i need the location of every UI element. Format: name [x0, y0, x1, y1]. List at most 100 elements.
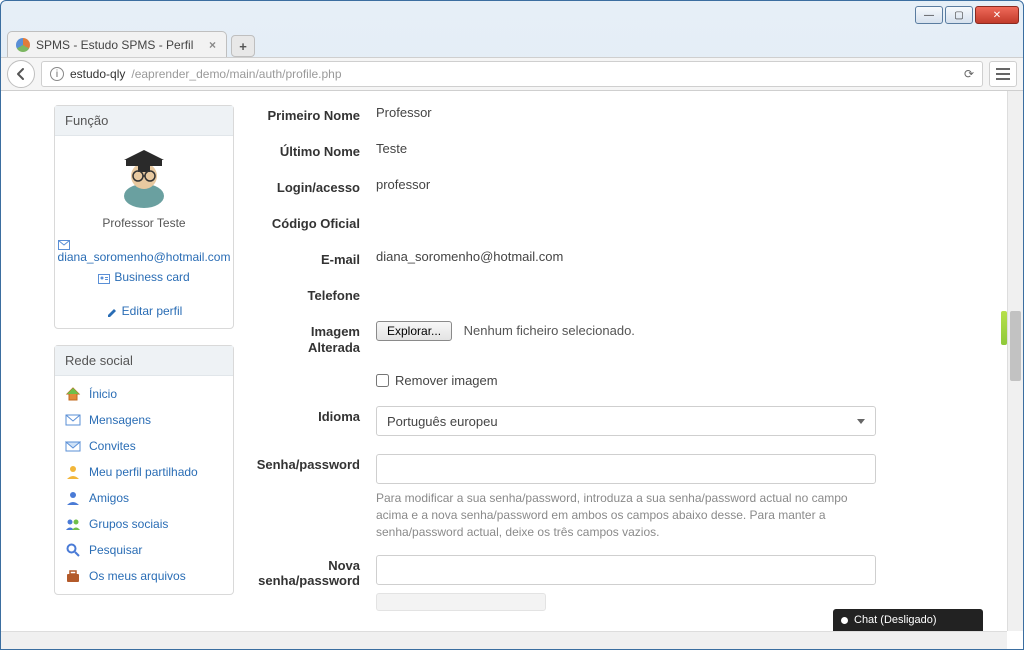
sidebar-label: Ínicio [89, 387, 117, 401]
senha-input[interactable] [376, 454, 876, 484]
value-email: diana_soromenho@hotmail.com [376, 249, 954, 264]
maximize-button[interactable]: ▢ [945, 6, 973, 24]
chat-toggle[interactable]: Chat (Desligado) [833, 609, 983, 631]
row-codigo-oficial: Código Oficial [256, 213, 954, 231]
scrollbar-thumb[interactable] [1010, 311, 1021, 381]
address-bar[interactable]: i estudo-qly/eaprender_demo/main/auth/pr… [41, 61, 983, 87]
window-titlebar: — ▢ ✕ [1, 1, 1023, 29]
arrow-left-icon [14, 67, 28, 81]
mail-icon [65, 412, 81, 428]
card-body-funcao: Professor Teste diana_soromenho@hotmail.… [55, 136, 233, 328]
row-nova-senha: Nova senha/password [256, 555, 954, 611]
sidebar: Função [54, 105, 234, 631]
label-login: Login/acesso [256, 177, 376, 195]
minimize-button[interactable]: — [915, 6, 943, 24]
social-nav: Ínicio Mensagens Convites [65, 386, 223, 584]
sidebar-item-pesquisar[interactable]: Pesquisar [65, 542, 223, 558]
sidebar-label: Pesquisar [89, 543, 142, 557]
sidebar-label: Grupos sociais [89, 517, 168, 531]
site-info-icon[interactable]: i [50, 67, 64, 81]
value-ultimo-nome: Teste [376, 141, 954, 156]
label-codigo-oficial: Código Oficial [256, 213, 376, 231]
label-email: E-mail [256, 249, 376, 267]
file-browse-button[interactable]: Explorar... [376, 321, 452, 341]
label-idioma: Idioma [256, 406, 376, 424]
senha-hint: Para modificar a sua senha/password, int… [376, 490, 876, 540]
horizontal-scrollbar[interactable] [1, 631, 1007, 649]
idioma-selected-value: Português europeu [387, 414, 498, 429]
value-login: professor [376, 177, 954, 192]
card-header-funcao: Função [55, 106, 233, 136]
row-telefone: Telefone [256, 285, 954, 303]
profile-email-link[interactable]: diana_soromenho@hotmail.com [58, 236, 231, 264]
file-status: Nenhum ficheiro selecionado. [464, 323, 635, 338]
business-card-text: Business card [114, 270, 189, 284]
briefcase-icon [65, 568, 81, 584]
reload-icon[interactable]: ⟳ [964, 67, 974, 81]
row-primeiro-nome: Primeiro Nome Professor [256, 105, 954, 123]
groups-icon [65, 516, 81, 532]
profile-email-text: diana_soromenho@hotmail.com [58, 250, 231, 264]
scroll-marker-icon [1001, 311, 1007, 345]
card-rede-social: Rede social Ínicio Mensagens [54, 345, 234, 595]
idioma-select[interactable]: Português europeu [376, 406, 876, 436]
label-ultimo-nome: Último Nome [256, 141, 376, 159]
sidebar-item-perfil-partilhado[interactable]: Meu perfil partilhado [65, 464, 223, 480]
checkbox-row-remover: Remover imagem [376, 373, 954, 388]
toolbar: i estudo-qly/eaprender_demo/main/auth/pr… [1, 57, 1023, 91]
invite-icon [65, 438, 81, 454]
mail-icon [58, 239, 70, 249]
new-tab-button[interactable]: + [231, 35, 255, 57]
sidebar-label: Convites [89, 439, 136, 453]
shared-profile-icon [65, 464, 81, 480]
edit-profile-link[interactable]: Editar perfil [106, 304, 183, 318]
sidebar-item-inicio[interactable]: Ínicio [65, 386, 223, 402]
remover-imagem-checkbox[interactable] [376, 374, 389, 387]
row-idioma: Idioma Português europeu [256, 406, 954, 436]
nova-senha-input[interactable] [376, 555, 876, 585]
tab-title: SPMS - Estudo SPMS - Perfil [36, 38, 193, 52]
row-ultimo-nome: Último Nome Teste [256, 141, 954, 159]
label-remover-imagem: Remover imagem [395, 373, 498, 388]
label-senha: Senha/password [256, 454, 376, 472]
chat-label: Chat (Desligado) [854, 614, 937, 626]
row-login: Login/acesso professor [256, 177, 954, 195]
profile-user-name: Professor Teste [102, 216, 185, 230]
tab-close-icon[interactable]: × [209, 38, 216, 52]
window-controls: — ▢ ✕ [915, 6, 1019, 24]
browser-tab[interactable]: SPMS - Estudo SPMS - Perfil × [7, 31, 227, 57]
sidebar-label: Meu perfil partilhado [89, 465, 198, 479]
card-header-rede: Rede social [55, 346, 233, 376]
business-card-link[interactable]: Business card [98, 270, 189, 284]
vcard-icon [98, 273, 110, 283]
tab-strip: SPMS - Estudo SPMS - Perfil × + [1, 29, 1023, 57]
page: Função [1, 91, 1007, 631]
sidebar-label: Amigos [89, 491, 129, 505]
edit-icon [106, 307, 118, 317]
row-imagem: Imagem Alterada Explorar... Nenhum fiche… [256, 321, 954, 355]
row-email: E-mail diana_soromenho@hotmail.com [256, 249, 954, 267]
label-primeiro-nome: Primeiro Nome [256, 105, 376, 123]
sidebar-item-arquivos[interactable]: Os meus arquivos [65, 568, 223, 584]
back-button[interactable] [7, 60, 35, 88]
avatar [112, 146, 176, 210]
sidebar-item-amigos[interactable]: Amigos [65, 490, 223, 506]
sidebar-item-grupos[interactable]: Grupos sociais [65, 516, 223, 532]
label-nova-senha: Nova senha/password [256, 555, 376, 589]
sidebar-item-mensagens[interactable]: Mensagens [65, 412, 223, 428]
favicon-icon [16, 38, 30, 52]
home-icon [65, 386, 81, 402]
avatar-icon [112, 146, 176, 210]
close-button[interactable]: ✕ [975, 6, 1019, 24]
menu-button[interactable] [989, 61, 1017, 87]
status-dot-icon [841, 617, 848, 624]
browser-window: — ▢ ✕ SPMS - Estudo SPMS - Perfil × + i … [0, 0, 1024, 650]
viewport: Função [1, 91, 1023, 649]
sidebar-label: Os meus arquivos [89, 569, 186, 583]
sidebar-label: Mensagens [89, 413, 151, 427]
vertical-scrollbar[interactable] [1007, 91, 1023, 631]
sidebar-item-convites[interactable]: Convites [65, 438, 223, 454]
search-icon [65, 542, 81, 558]
label-telefone: Telefone [256, 285, 376, 303]
card-funcao: Função [54, 105, 234, 329]
